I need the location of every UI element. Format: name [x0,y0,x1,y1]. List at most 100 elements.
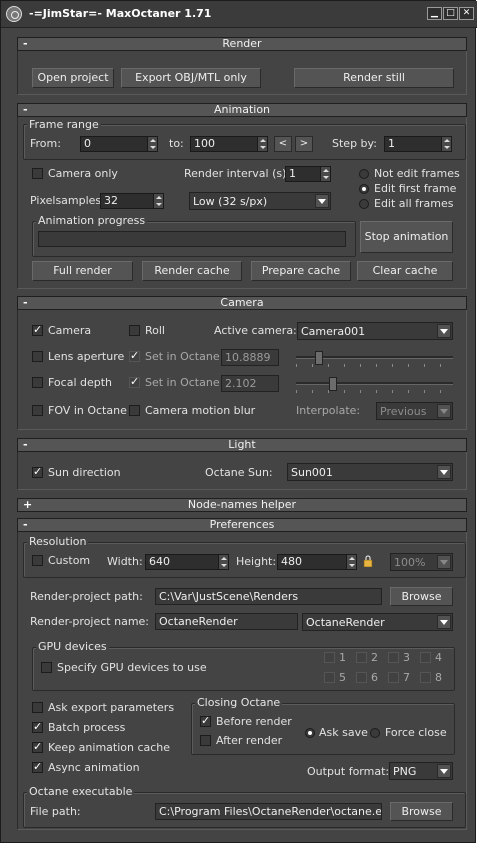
radio-edit-first-frame[interactable] [359,184,369,194]
aperture-slider[interactable] [296,351,453,367]
aperture-value-field[interactable]: 10.8889 [221,349,279,366]
interpolate-dropdown[interactable]: Previous [376,402,453,420]
clear-cache-button[interactable]: Clear cache [357,261,453,281]
to-spinner[interactable]: 100 [190,136,268,152]
chevron-down-icon [437,764,451,778]
animation-progress-bar [38,231,346,247]
rollout-node-names-header[interactable]: + Node-names helper [17,498,467,512]
close-button[interactable]: ✕ [459,7,474,20]
edit-all-frames-label: Edit all frames [374,197,454,210]
render-still-button[interactable]: Render still [294,68,454,88]
gpu-device-checkbox[interactable] [420,672,431,683]
before-render-label: Before render [216,715,292,728]
roll-label: Roll [145,324,165,337]
browse-file-path-button[interactable]: Browse [390,802,453,821]
rollout-camera-header[interactable]: - Camera [17,296,467,310]
step-spinner[interactable]: 1 [384,136,452,152]
async-animation-checkbox[interactable] [32,760,43,773]
set-in-octane-aperture-label: Set in Octane [145,350,220,363]
set-in-octane-focal-label: Set in Octane [145,376,220,389]
specify-gpu-checkbox[interactable] [41,662,52,673]
camera-only-checkbox[interactable] [32,168,43,179]
maxoctaner-window: -=JimStar=- MaxOctaner 1.71 ▁ □ ✕ - Rend… [0,0,477,843]
roll-checkbox[interactable] [129,325,140,336]
async-animation-label: Async animation [48,761,140,774]
full-render-button[interactable]: Full render [32,261,133,281]
render-path-field[interactable]: C:\Var\JustScene\Renders [155,588,382,605]
title-bar[interactable]: -=JimStar=- MaxOctaner 1.71 ▁ □ ✕ [1,1,477,28]
export-obj-button[interactable]: Export OBJ/MTL only [121,68,261,88]
focal-slider[interactable] [296,377,453,393]
focal-value-field[interactable]: 2.102 [221,375,279,392]
gpu-device-label: 4 [435,651,442,664]
output-format-dropdown[interactable]: PNG [389,762,453,780]
fov-in-octane-label: FOV in Octane [48,404,127,417]
radio-not-edit-frames[interactable] [359,169,369,179]
gpu-device-checkbox[interactable] [356,652,367,663]
before-render-checkbox[interactable] [200,714,211,727]
lens-aperture-checkbox[interactable] [32,351,43,362]
open-project-button[interactable]: Open project [32,68,114,88]
octane-sun-dropdown[interactable]: Sun001 [287,463,453,481]
sun-direction-checkbox[interactable] [32,465,43,478]
prev-frame-button[interactable]: < [274,136,292,152]
set-in-octane-focal-checkbox[interactable] [129,375,140,388]
batch-process-checkbox[interactable] [32,720,43,733]
rollout-animation-header[interactable]: - Animation [17,103,467,117]
pixelsamples-spinner[interactable]: 32 [100,193,164,209]
closing-octane-title: Closing Octane [195,696,283,709]
radio-ask-save[interactable] [305,728,315,738]
gpu-device-checkbox[interactable] [356,672,367,683]
radio-edit-all-frames[interactable] [359,199,369,209]
minimize-button[interactable]: ▁ [427,7,442,20]
focal-depth-checkbox[interactable] [32,377,43,388]
next-frame-button[interactable]: > [295,136,313,152]
rollout-light-header[interactable]: - Light [17,438,467,452]
rollout-preferences-header[interactable]: - Preferences [17,518,467,532]
stop-animation-button[interactable]: Stop animation [360,221,453,253]
radio-force-close[interactable] [370,728,380,738]
height-spinner[interactable]: 480 [277,554,357,570]
render-name-field[interactable]: OctaneRender [155,613,298,630]
browse-render-path-button[interactable]: Browse [390,587,453,606]
maximize-button[interactable]: □ [443,7,458,20]
active-camera-dropdown[interactable]: Camera001 [297,322,453,340]
slider-thumb[interactable] [329,377,337,391]
width-spinner[interactable]: 640 [145,554,229,570]
after-render-checkbox[interactable] [200,735,211,746]
custom-resolution-checkbox[interactable] [32,555,43,566]
lock-icon[interactable] [363,555,373,567]
gpu-device-checkbox[interactable] [388,672,399,683]
ask-export-label: Ask export parameters [48,701,175,714]
render-cache-button[interactable]: Render cache [142,261,242,281]
set-in-octane-aperture-checkbox[interactable] [129,349,140,362]
zoom-dropdown[interactable]: 100% [390,553,453,571]
prepare-cache-button[interactable]: Prepare cache [251,261,351,281]
render-interval-spinner[interactable]: 1 [285,166,331,182]
gpu-device-checkbox[interactable] [324,652,335,663]
from-spinner[interactable]: 0 [80,136,158,152]
octane-executable-title: Octane executable [27,785,135,798]
camera-label: Camera [48,324,92,337]
fov-in-octane-checkbox[interactable] [32,405,43,416]
from-label: From: [30,137,61,150]
keep-animation-cache-checkbox[interactable] [32,740,43,753]
animation-progress-title: Animation progress [36,214,148,227]
render-name-dropdown[interactable]: OctaneRender [302,613,453,631]
specify-gpu-label: Specify GPU devices to use [57,661,207,674]
file-path-field[interactable]: C:\Program Files\OctaneRender\octane.exe [155,803,382,820]
pixelsamples-label: Pixelsamples: [30,194,105,207]
gpu-device-checkbox[interactable] [388,652,399,663]
focal-depth-label: Focal depth [48,376,113,389]
batch-process-label: Batch process [48,721,126,734]
camera-only-label: Camera only [48,167,118,180]
slider-thumb[interactable] [315,351,323,365]
gpu-device-checkbox[interactable] [420,652,431,663]
rollout-render-header[interactable]: - Render [17,37,467,51]
camera-motion-blur-checkbox[interactable] [129,405,140,416]
quality-dropdown[interactable]: Low (32 s/px) [189,192,331,210]
gpu-device-label: 6 [371,671,378,684]
gpu-device-checkbox[interactable] [324,672,335,683]
ask-export-checkbox[interactable] [32,702,43,713]
camera-checkbox[interactable] [32,323,43,336]
